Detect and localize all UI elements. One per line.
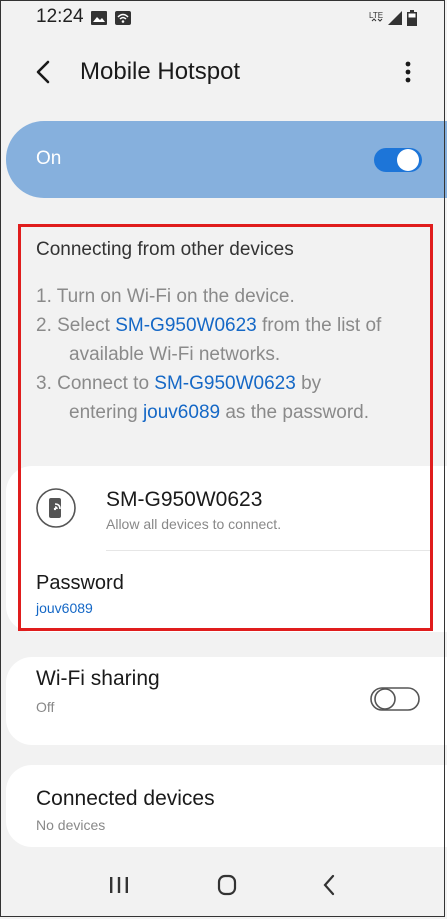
more-vertical-icon[interactable] [398,54,418,90]
app-header: Mobile Hotspot [0,44,447,104]
chevron-left-icon[interactable] [30,54,58,90]
back-icon[interactable] [318,870,340,900]
signal-icon [388,11,402,25]
page-title: Mobile Hotspot [80,58,241,85]
status-time: 12:24 [36,6,84,27]
hotspot-master-switch[interactable]: On [6,121,447,198]
toggle-off-switch[interactable] [370,685,420,713]
toggle-on-switch[interactable] [374,146,422,174]
connected-devices-title: Connected devices [36,787,215,810]
recent-apps-icon[interactable] [108,870,130,900]
connected-devices-status: No devices [36,817,106,833]
lte-icon: LTE [369,11,383,22]
svg-text:LTE: LTE [369,11,383,20]
image-icon [91,11,107,25]
connected-devices-row[interactable]: Connected devices No devices [6,765,447,847]
master-switch-label: On [36,148,62,169]
wifi-sharing-status: Off [36,699,55,715]
highlight-box [18,224,433,631]
wifi-status-icon [115,11,131,25]
wifi-sharing-row[interactable]: Wi-Fi sharing Off [6,657,447,745]
home-icon[interactable] [216,870,238,900]
system-nav-bar [0,850,447,919]
wifi-sharing-title: Wi-Fi sharing [36,667,160,690]
battery-icon [407,10,417,26]
status-bar: 12:24 LTE [0,0,447,36]
